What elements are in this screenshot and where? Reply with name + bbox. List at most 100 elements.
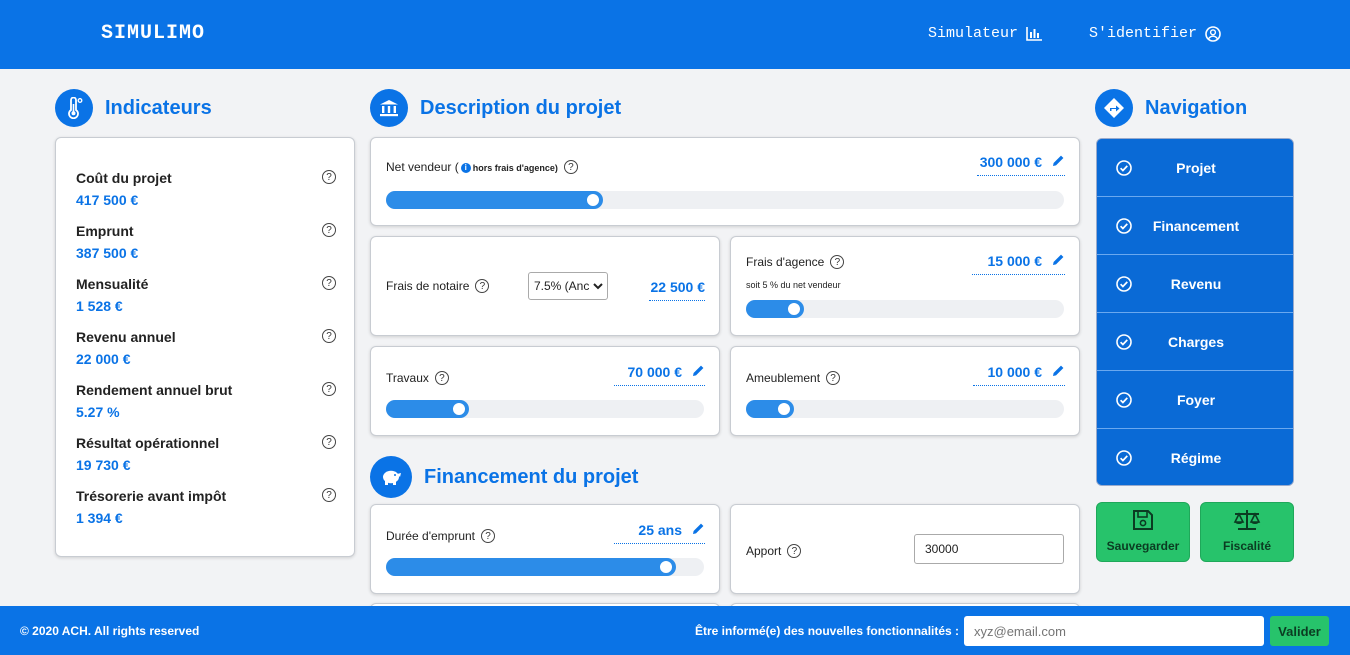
notaire-label-group: Frais de notaire ? xyxy=(386,279,490,293)
travaux-value[interactable]: 70 000 € xyxy=(614,364,705,386)
tax-button[interactable]: Fiscalité xyxy=(1200,502,1294,562)
help-icon[interactable]: ? xyxy=(787,544,802,558)
travaux-card: Travaux ? 70 000 € xyxy=(370,346,720,436)
indicator-label: Trésorerie avant impôt xyxy=(76,488,227,504)
agence-card: Frais d'agence ? 15 000 € soit 5 % du ne… xyxy=(730,236,1080,336)
pencil-icon[interactable] xyxy=(1052,364,1065,380)
nav-item-charges[interactable]: Charges xyxy=(1097,313,1293,371)
ameublement-slider[interactable] xyxy=(746,400,1064,418)
slider-handle[interactable] xyxy=(584,192,601,208)
balance-scale-icon xyxy=(1232,509,1262,534)
indicators-card: Coût du projet 417 500 € ? Emprunt 387 5… xyxy=(55,137,355,557)
indicator-value: 387 500 € xyxy=(76,245,139,261)
notaire-label: Frais de notaire xyxy=(386,279,470,293)
project-title: Description du projet xyxy=(420,96,622,119)
apport-card: Apport ? xyxy=(730,504,1080,594)
help-icon[interactable]: ? xyxy=(475,279,490,293)
indicator-rendement: Rendement annuel brut 5.27 % ? xyxy=(76,382,336,420)
agence-subnote: soit 5 % du net vendeur xyxy=(746,280,841,290)
newsletter-label: Être informé(e) des nouvelles fonctionna… xyxy=(695,624,960,638)
ameublement-value[interactable]: 10 000 € xyxy=(973,364,1065,386)
travaux-label-group: Travaux ? xyxy=(386,371,449,385)
financing-heading: Financement du projet xyxy=(370,456,638,498)
bar-chart-icon xyxy=(1026,26,1043,41)
indicator-value: 22 000 € xyxy=(76,351,131,367)
help-icon[interactable]: ? xyxy=(322,382,336,396)
indicator-revenu-annuel: Revenu annuel 22 000 € ? xyxy=(76,329,336,367)
notaire-value: 22 500 € xyxy=(649,279,705,301)
indicator-value: 19 730 € xyxy=(76,457,131,473)
nav-simulateur-label: Simulateur xyxy=(928,25,1019,42)
indicator-label: Revenu annuel xyxy=(76,329,176,345)
net-vendeur-value[interactable]: 300 000 € xyxy=(977,154,1065,176)
check-circle-icon xyxy=(1116,160,1132,179)
help-icon[interactable]: ? xyxy=(322,329,336,343)
brand-logo[interactable]: SIMULIMO xyxy=(101,22,205,45)
nav-item-foyer[interactable]: Foyer xyxy=(1097,371,1293,429)
pencil-icon[interactable] xyxy=(1052,253,1065,269)
chevron-down-icon xyxy=(593,279,603,296)
help-icon[interactable]: ? xyxy=(563,160,578,174)
help-icon[interactable]: ? xyxy=(481,529,496,543)
duree-card: Durée d'emprunt ? 25 ans xyxy=(370,504,720,594)
slider-handle[interactable] xyxy=(657,559,674,575)
indicator-tresorerie: Trésorerie avant impôt 1 394 € ? xyxy=(76,488,336,526)
slider-handle[interactable] xyxy=(785,301,802,317)
newsletter-submit-button[interactable]: Valider xyxy=(1270,616,1329,646)
net-vendeur-slider[interactable] xyxy=(386,191,1064,209)
nav-login-link[interactable]: S'identifier xyxy=(1089,25,1221,42)
help-icon[interactable]: ? xyxy=(434,371,449,385)
check-circle-icon xyxy=(1116,334,1132,353)
top-header: SIMULIMO Simulateur S'identifier xyxy=(0,0,1350,69)
help-icon[interactable]: ? xyxy=(322,276,336,290)
apport-label: Apport xyxy=(746,544,782,558)
newsletter-email-input[interactable] xyxy=(964,616,1264,646)
check-circle-icon xyxy=(1116,276,1132,295)
notaire-card: Frais de notaire ? 7.5% (Anc 22 500 € xyxy=(370,236,720,336)
duree-value[interactable]: 25 ans xyxy=(614,522,705,544)
help-icon[interactable]: ? xyxy=(322,170,336,184)
slider-fill xyxy=(386,558,676,576)
duree-label-group: Durée d'emprunt ? xyxy=(386,529,496,543)
indicator-value: 1 394 € xyxy=(76,510,123,526)
pencil-icon[interactable] xyxy=(692,522,705,538)
agence-slider[interactable] xyxy=(746,300,1064,318)
indicator-label: Mensualité xyxy=(76,276,149,292)
financing-title: Financement du projet xyxy=(424,465,639,488)
ameublement-card: Ameublement ? 10 000 € xyxy=(730,346,1080,436)
indicator-label: Rendement annuel brut xyxy=(76,382,233,398)
nav-simulateur-link[interactable]: Simulateur xyxy=(928,25,1043,42)
agence-label-group: Frais d'agence ? xyxy=(746,255,845,269)
help-icon[interactable]: ? xyxy=(322,223,336,237)
apport-input[interactable] xyxy=(914,534,1064,564)
help-icon[interactable]: ? xyxy=(826,371,841,385)
agence-value[interactable]: 15 000 € xyxy=(972,253,1065,275)
apport-label-group: Apport ? xyxy=(746,544,802,558)
ameublement-label-group: Ameublement ? xyxy=(746,371,841,385)
pencil-icon[interactable] xyxy=(692,364,705,380)
navigation-title: Navigation xyxy=(1145,96,1248,119)
indicator-emprunt: Emprunt 387 500 € ? xyxy=(76,223,336,261)
indicator-value: 5.27 % xyxy=(76,404,120,420)
duree-slider[interactable] xyxy=(386,558,704,576)
help-icon[interactable]: ? xyxy=(322,435,336,449)
info-icon: i xyxy=(460,162,471,173)
travaux-label: Travaux xyxy=(386,371,429,385)
nav-item-financement[interactable]: Financement xyxy=(1097,197,1293,255)
piggy-bank-icon xyxy=(370,456,412,498)
travaux-slider[interactable] xyxy=(386,400,704,418)
pencil-icon[interactable] xyxy=(1052,154,1065,170)
help-icon[interactable]: ? xyxy=(830,255,845,269)
help-icon[interactable]: ? xyxy=(322,488,336,502)
nav-item-revenu[interactable]: Revenu xyxy=(1097,255,1293,313)
nav-item-projet[interactable]: Projet xyxy=(1097,139,1293,197)
nav-item-regime[interactable]: Régime xyxy=(1097,429,1293,485)
check-circle-icon xyxy=(1116,392,1132,411)
indicator-mensualite: Mensualité 1 528 € ? xyxy=(76,276,336,314)
save-button[interactable]: Sauvegarder xyxy=(1096,502,1190,562)
bank-icon xyxy=(370,89,408,127)
indicator-label: Coût du projet xyxy=(76,170,172,186)
notaire-rate-select[interactable]: 7.5% (Anc xyxy=(528,272,608,300)
indicator-label: Emprunt xyxy=(76,223,134,239)
slider-handle[interactable] xyxy=(451,401,468,417)
